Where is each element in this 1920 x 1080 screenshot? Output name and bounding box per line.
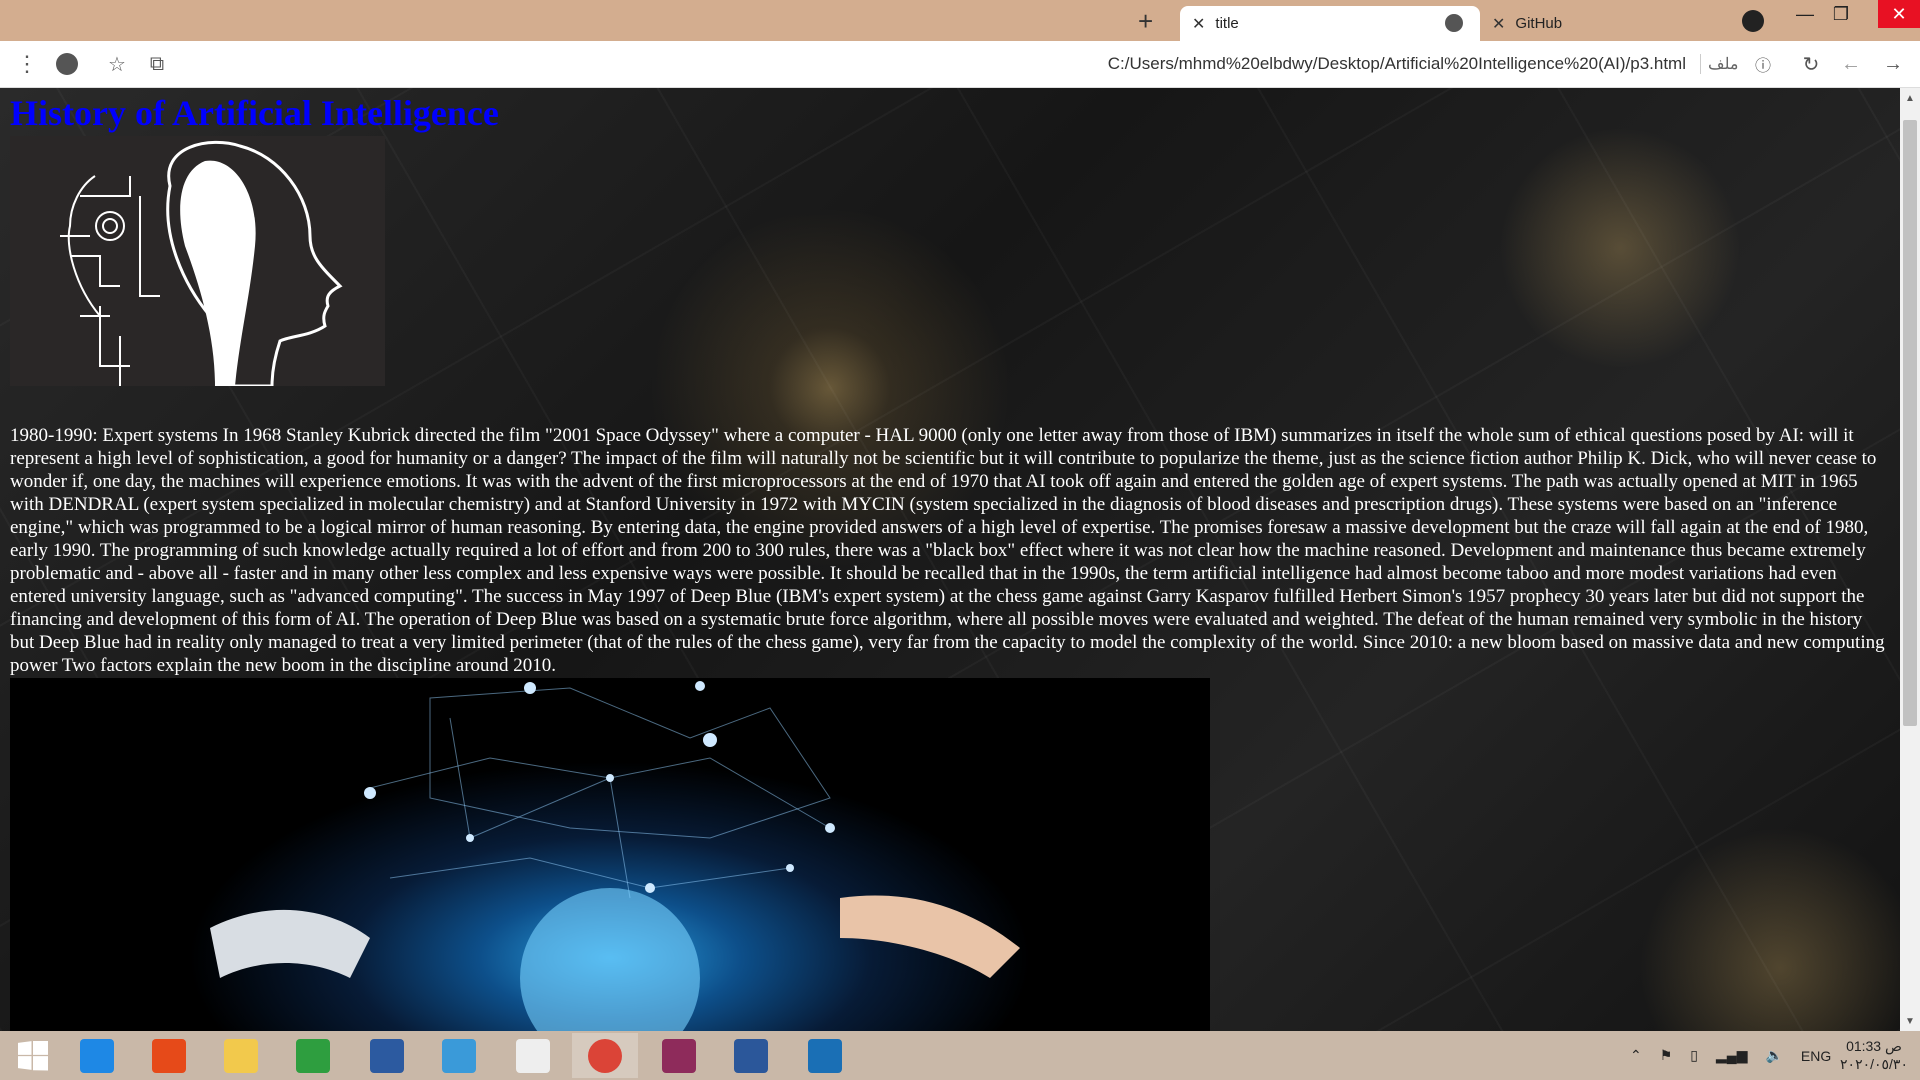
close-window-button[interactable]: ✕ [1878,0,1920,28]
app-swatch [224,1038,258,1073]
app-swatch [662,1038,696,1073]
new-tab-button[interactable]: + [1138,6,1153,37]
battery-icon[interactable]: ▯ [1690,1047,1698,1064]
article-paragraph: 1980-1990: Expert systems In 1968 Stanle… [10,425,1885,676]
scroll-down-arrow-icon[interactable]: ▼ [1900,1011,1920,1031]
clock-time: 01:33 ص [1846,1038,1902,1054]
maximize-button[interactable]: ❐ [1820,0,1862,28]
address-bar[interactable]: C:/Users/mhmd%20elbdwy/Desktop/Artificia… [1000,54,1686,74]
word-icon[interactable] [718,1033,784,1078]
extension-icon[interactable]: ⧉ [144,51,170,77]
language-indicator[interactable]: ENG [1801,1048,1831,1064]
system-clock[interactable]: 01:33 ص ٢٠٢٠/٠٥/٣٠ [1834,1037,1914,1073]
scroll-up-arrow-icon[interactable]: ▲ [1900,88,1920,108]
ai-head-image [10,136,385,386]
home-icon[interactable] [500,1033,566,1078]
app-swatch [516,1038,550,1073]
app-swatch [442,1038,476,1073]
browser-toolbar: ⋮ ☆ ⧉ C:/Users/mhmd%20elbdwy/Desktop/Art… [0,41,1920,88]
store-icon[interactable] [280,1033,346,1078]
close-tab-icon[interactable]: ✕ [1192,14,1205,34]
volume-icon[interactable]: 🔈 [1765,1047,1782,1064]
menu-icon[interactable]: ⋮ [14,51,40,77]
app-swatch [734,1038,768,1073]
internet-explorer-icon[interactable] [64,1033,130,1078]
network-icon[interactable]: ▂▄▆ [1716,1047,1747,1064]
back-icon[interactable]: ← [1838,51,1864,77]
ai-globe-image [10,678,1210,1031]
star-icon[interactable]: ☆ [104,51,130,77]
page-viewport: History of Artificial Intelligence 1980-… [0,88,1900,1031]
taskbar: ⌃ ⚑ ▯ ▂▄▆ 🔈 ENG 01:33 ص ٢٠٢٠/٠٥/٣٠ [0,1031,1920,1080]
vertical-scrollbar[interactable]: ▲ ▼ [1900,88,1920,1031]
app-swatch [80,1038,114,1073]
app-swatch [808,1038,842,1073]
app-icon[interactable] [792,1033,858,1078]
action-center-icon[interactable]: ⚑ [1660,1047,1673,1064]
tab-title[interactable]: ✕ title [1180,6,1480,41]
tab-label: title [1215,15,1239,32]
clock-date: ٢٠٢٠/٠٥/٣٠ [1840,1056,1908,1072]
scrollbar-thumb[interactable] [1903,120,1917,726]
app-swatch [152,1038,186,1073]
page-title: History of Artificial Intelligence [10,93,499,133]
system-tray: ⌃ ⚑ ▯ ▂▄▆ 🔈 ENG [1630,1031,1831,1080]
forward-icon[interactable]: → [1880,51,1906,77]
show-hidden-icons-icon[interactable]: ⌃ [1630,1047,1642,1064]
tab-label: GitHub [1515,15,1563,32]
office-icon[interactable] [136,1033,202,1078]
info-icon[interactable]: ⓘ [1750,51,1776,77]
chrome-icon[interactable] [572,1033,638,1078]
address-divider [1700,54,1701,74]
tab-github[interactable]: ✕ GitHub [1484,6,1734,41]
app-swatch [588,1038,622,1073]
mail-icon[interactable] [426,1033,492,1078]
start-icon[interactable] [0,1033,66,1078]
lenovo-icon[interactable] [354,1033,420,1078]
globe-icon [1445,14,1463,32]
browser-titlebar: + ✕ title ✕ GitHub — ❐ ✕ [0,0,1920,41]
profile-icon[interactable] [54,51,80,77]
close-tab-icon[interactable]: ✕ [1492,14,1505,34]
file-scheme-label: ملف [1708,56,1739,73]
app-swatch [370,1038,404,1073]
app-swatch [296,1038,330,1073]
reload-icon[interactable]: ↻ [1798,51,1824,77]
file-explorer-icon[interactable] [208,1033,274,1078]
paint-icon[interactable] [646,1033,712,1078]
github-icon [1742,10,1764,32]
